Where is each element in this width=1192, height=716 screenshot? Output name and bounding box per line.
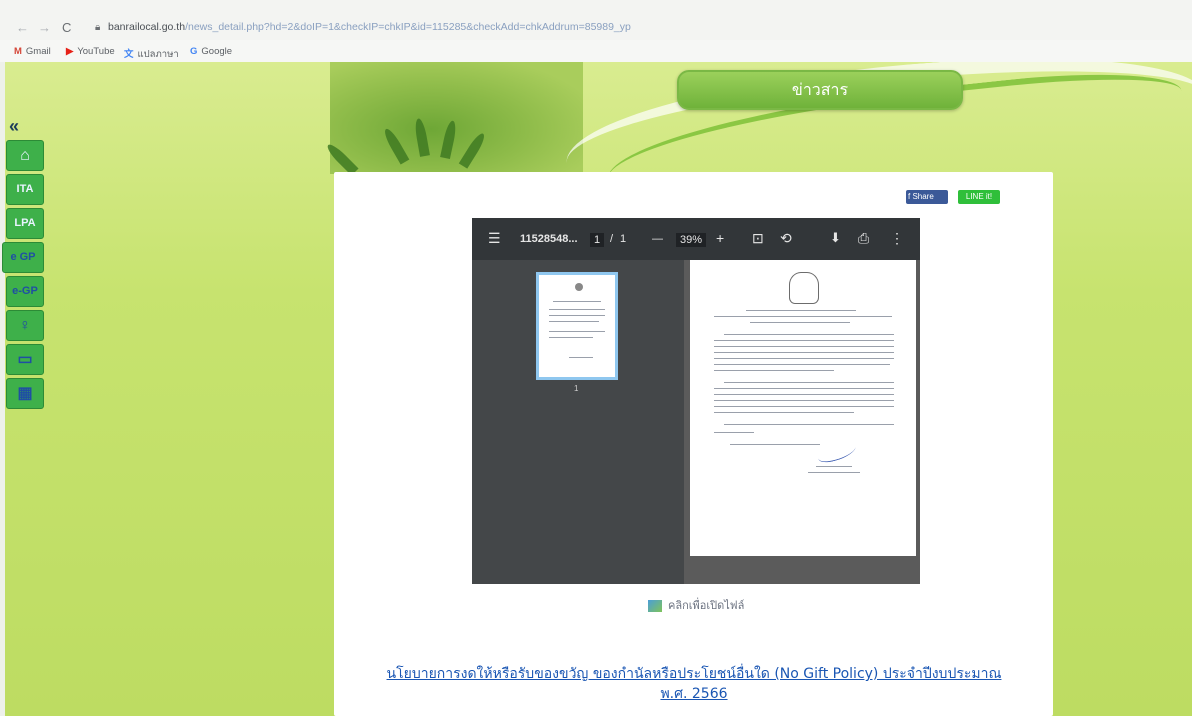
doc-text-line bbox=[724, 382, 894, 384]
doc-text-line bbox=[746, 310, 856, 312]
signature-mark bbox=[817, 439, 857, 466]
bookmark-gmail[interactable]: M Gmail bbox=[14, 46, 51, 57]
leaf-shape bbox=[324, 141, 359, 176]
news-heading-tab[interactable]: ข่าวสาร bbox=[677, 70, 963, 110]
thumbnail-text-line bbox=[549, 321, 599, 323]
sidebar-item-ita[interactable]: ITA bbox=[6, 174, 44, 205]
fit-page-icon[interactable]: ⊡ bbox=[752, 230, 764, 247]
pdf-toolbar: ☰ 11528548... 1 / 1 — 39% + ⊡ ⟲ ⬇ ⎙ ⋮ bbox=[472, 218, 920, 260]
reload-icon[interactable]: C bbox=[62, 20, 71, 35]
sidebar-item-egp-globe[interactable]: e-GP bbox=[6, 276, 44, 307]
directory-icon[interactable]: ▦ bbox=[6, 378, 44, 409]
page-separator: / bbox=[610, 233, 614, 245]
facebook-share-button[interactable]: f Share bbox=[906, 190, 948, 204]
garuda-emblem-icon bbox=[789, 272, 819, 304]
bookmark-youtube[interactable]: ▶ YouTube bbox=[66, 46, 115, 57]
thumbnail-text-line bbox=[549, 309, 605, 311]
doc-text-line bbox=[816, 466, 852, 468]
doc-text-line bbox=[714, 352, 894, 354]
thumbnail-text-line bbox=[553, 301, 601, 303]
doc-text-line bbox=[730, 444, 820, 446]
browser-address-bar: ← → C 🔒︎ banrailocal.go.th/news_detail.p… bbox=[0, 0, 1192, 40]
sidebar-item-lpa[interactable]: LPA bbox=[6, 208, 44, 239]
page-total: 1 bbox=[620, 233, 627, 245]
forward-icon[interactable]: → bbox=[38, 20, 51, 35]
thumbnail-text-line bbox=[549, 315, 605, 317]
doc-text-line bbox=[750, 322, 850, 324]
doc-text-line bbox=[714, 394, 894, 396]
lock-icon[interactable]: 🔒︎ bbox=[95, 22, 100, 33]
person-icon[interactable]: ♀ bbox=[6, 310, 44, 341]
print-icon[interactable]: ⎙ bbox=[858, 230, 869, 247]
bookmarks-bar: M Gmail ▶ YouTube 文แปลภาษา G Google bbox=[0, 40, 1192, 62]
sidebar-collapse-icon[interactable]: « bbox=[9, 116, 19, 137]
image-file-icon bbox=[648, 600, 662, 612]
sidebar-item-egp[interactable]: e GP bbox=[2, 242, 44, 273]
banner-plant-image bbox=[324, 62, 583, 176]
download-icon[interactable]: ⬇ bbox=[830, 230, 841, 246]
doc-text-line bbox=[714, 364, 890, 366]
doc-text-line bbox=[714, 358, 894, 360]
pdf-viewer[interactable]: ☰ 11528548... 1 / 1 — 39% + ⊡ ⟲ ⬇ ⎙ ⋮ 1 bbox=[472, 218, 920, 584]
open-file-label: คลิกเพื่อเปิดไฟล์ bbox=[668, 599, 745, 612]
pdf-file-name: 11528548... bbox=[520, 233, 578, 245]
doc-text-line bbox=[724, 334, 894, 336]
url-field[interactable]: banrailocal.go.th/news_detail.php?hd=2&d… bbox=[108, 21, 631, 33]
doc-text-line bbox=[714, 388, 894, 390]
leaf-shape bbox=[458, 131, 488, 169]
bookmark-label: Google bbox=[201, 46, 233, 57]
bookmark-google[interactable]: G Google bbox=[190, 46, 232, 57]
thumbnail-text-line bbox=[549, 337, 593, 339]
translate-icon: 文 bbox=[124, 49, 134, 60]
google-icon: G bbox=[190, 46, 198, 57]
news-title-link[interactable]: นโยบายการงดให้หรือรับของขวัญ ของกำนัลหรื… bbox=[384, 664, 1004, 704]
zoom-out-button[interactable]: — bbox=[652, 233, 663, 245]
page-number-input[interactable]: 1 bbox=[590, 233, 605, 247]
monitor-icon[interactable]: ▭ bbox=[6, 344, 44, 375]
leaf-shape bbox=[381, 126, 410, 165]
doc-text-line bbox=[714, 340, 894, 342]
thumbnail-sidebar: 1 bbox=[472, 260, 684, 584]
thumbnail-page-number: 1 bbox=[574, 384, 579, 393]
rotate-icon[interactable]: ⟲ bbox=[780, 230, 792, 247]
zoom-in-button[interactable]: + bbox=[716, 230, 724, 246]
pdf-page bbox=[690, 260, 916, 556]
youtube-icon: ▶ bbox=[66, 46, 74, 57]
doc-text-line bbox=[724, 424, 894, 426]
bookmark-label: Gmail bbox=[25, 46, 51, 57]
url-host: banrailocal.go.th bbox=[108, 21, 186, 33]
page-thumbnail[interactable] bbox=[536, 272, 618, 380]
home-icon[interactable]: ⌂ bbox=[6, 140, 44, 171]
url-path: /news_detail.php?hd=2&doIP=1&checkIP=chk… bbox=[185, 21, 631, 33]
back-icon[interactable]: ← bbox=[16, 20, 29, 35]
line-share-button[interactable]: LINE it! bbox=[958, 190, 1000, 204]
bookmark-label: YouTube bbox=[77, 46, 115, 57]
doc-text-line bbox=[714, 370, 834, 372]
zoom-level-input[interactable]: 39% bbox=[676, 233, 707, 247]
open-file-link[interactable]: คลิกเพื่อเปิดไฟล์ bbox=[648, 596, 744, 614]
doc-text-line bbox=[714, 432, 754, 434]
thumbnail-text-line bbox=[569, 357, 593, 359]
bookmark-translate[interactable]: 文แปลภาษา bbox=[124, 46, 179, 62]
doc-text-line bbox=[714, 346, 894, 348]
doc-text-line bbox=[714, 412, 854, 414]
bookmark-label: แปลภาษา bbox=[137, 49, 179, 60]
doc-text-line bbox=[714, 316, 892, 318]
thumbnail-emblem bbox=[575, 283, 583, 291]
doc-text-line bbox=[714, 400, 894, 402]
doc-text-line bbox=[808, 472, 860, 474]
more-options-icon[interactable]: ⋮ bbox=[890, 230, 904, 247]
gmail-icon: M bbox=[14, 46, 22, 57]
menu-icon[interactable]: ☰ bbox=[488, 230, 501, 247]
leaf-shape bbox=[413, 117, 430, 157]
leaf-shape bbox=[440, 119, 458, 160]
thumbnail-text-line bbox=[549, 331, 605, 333]
doc-text-line bbox=[714, 406, 894, 408]
